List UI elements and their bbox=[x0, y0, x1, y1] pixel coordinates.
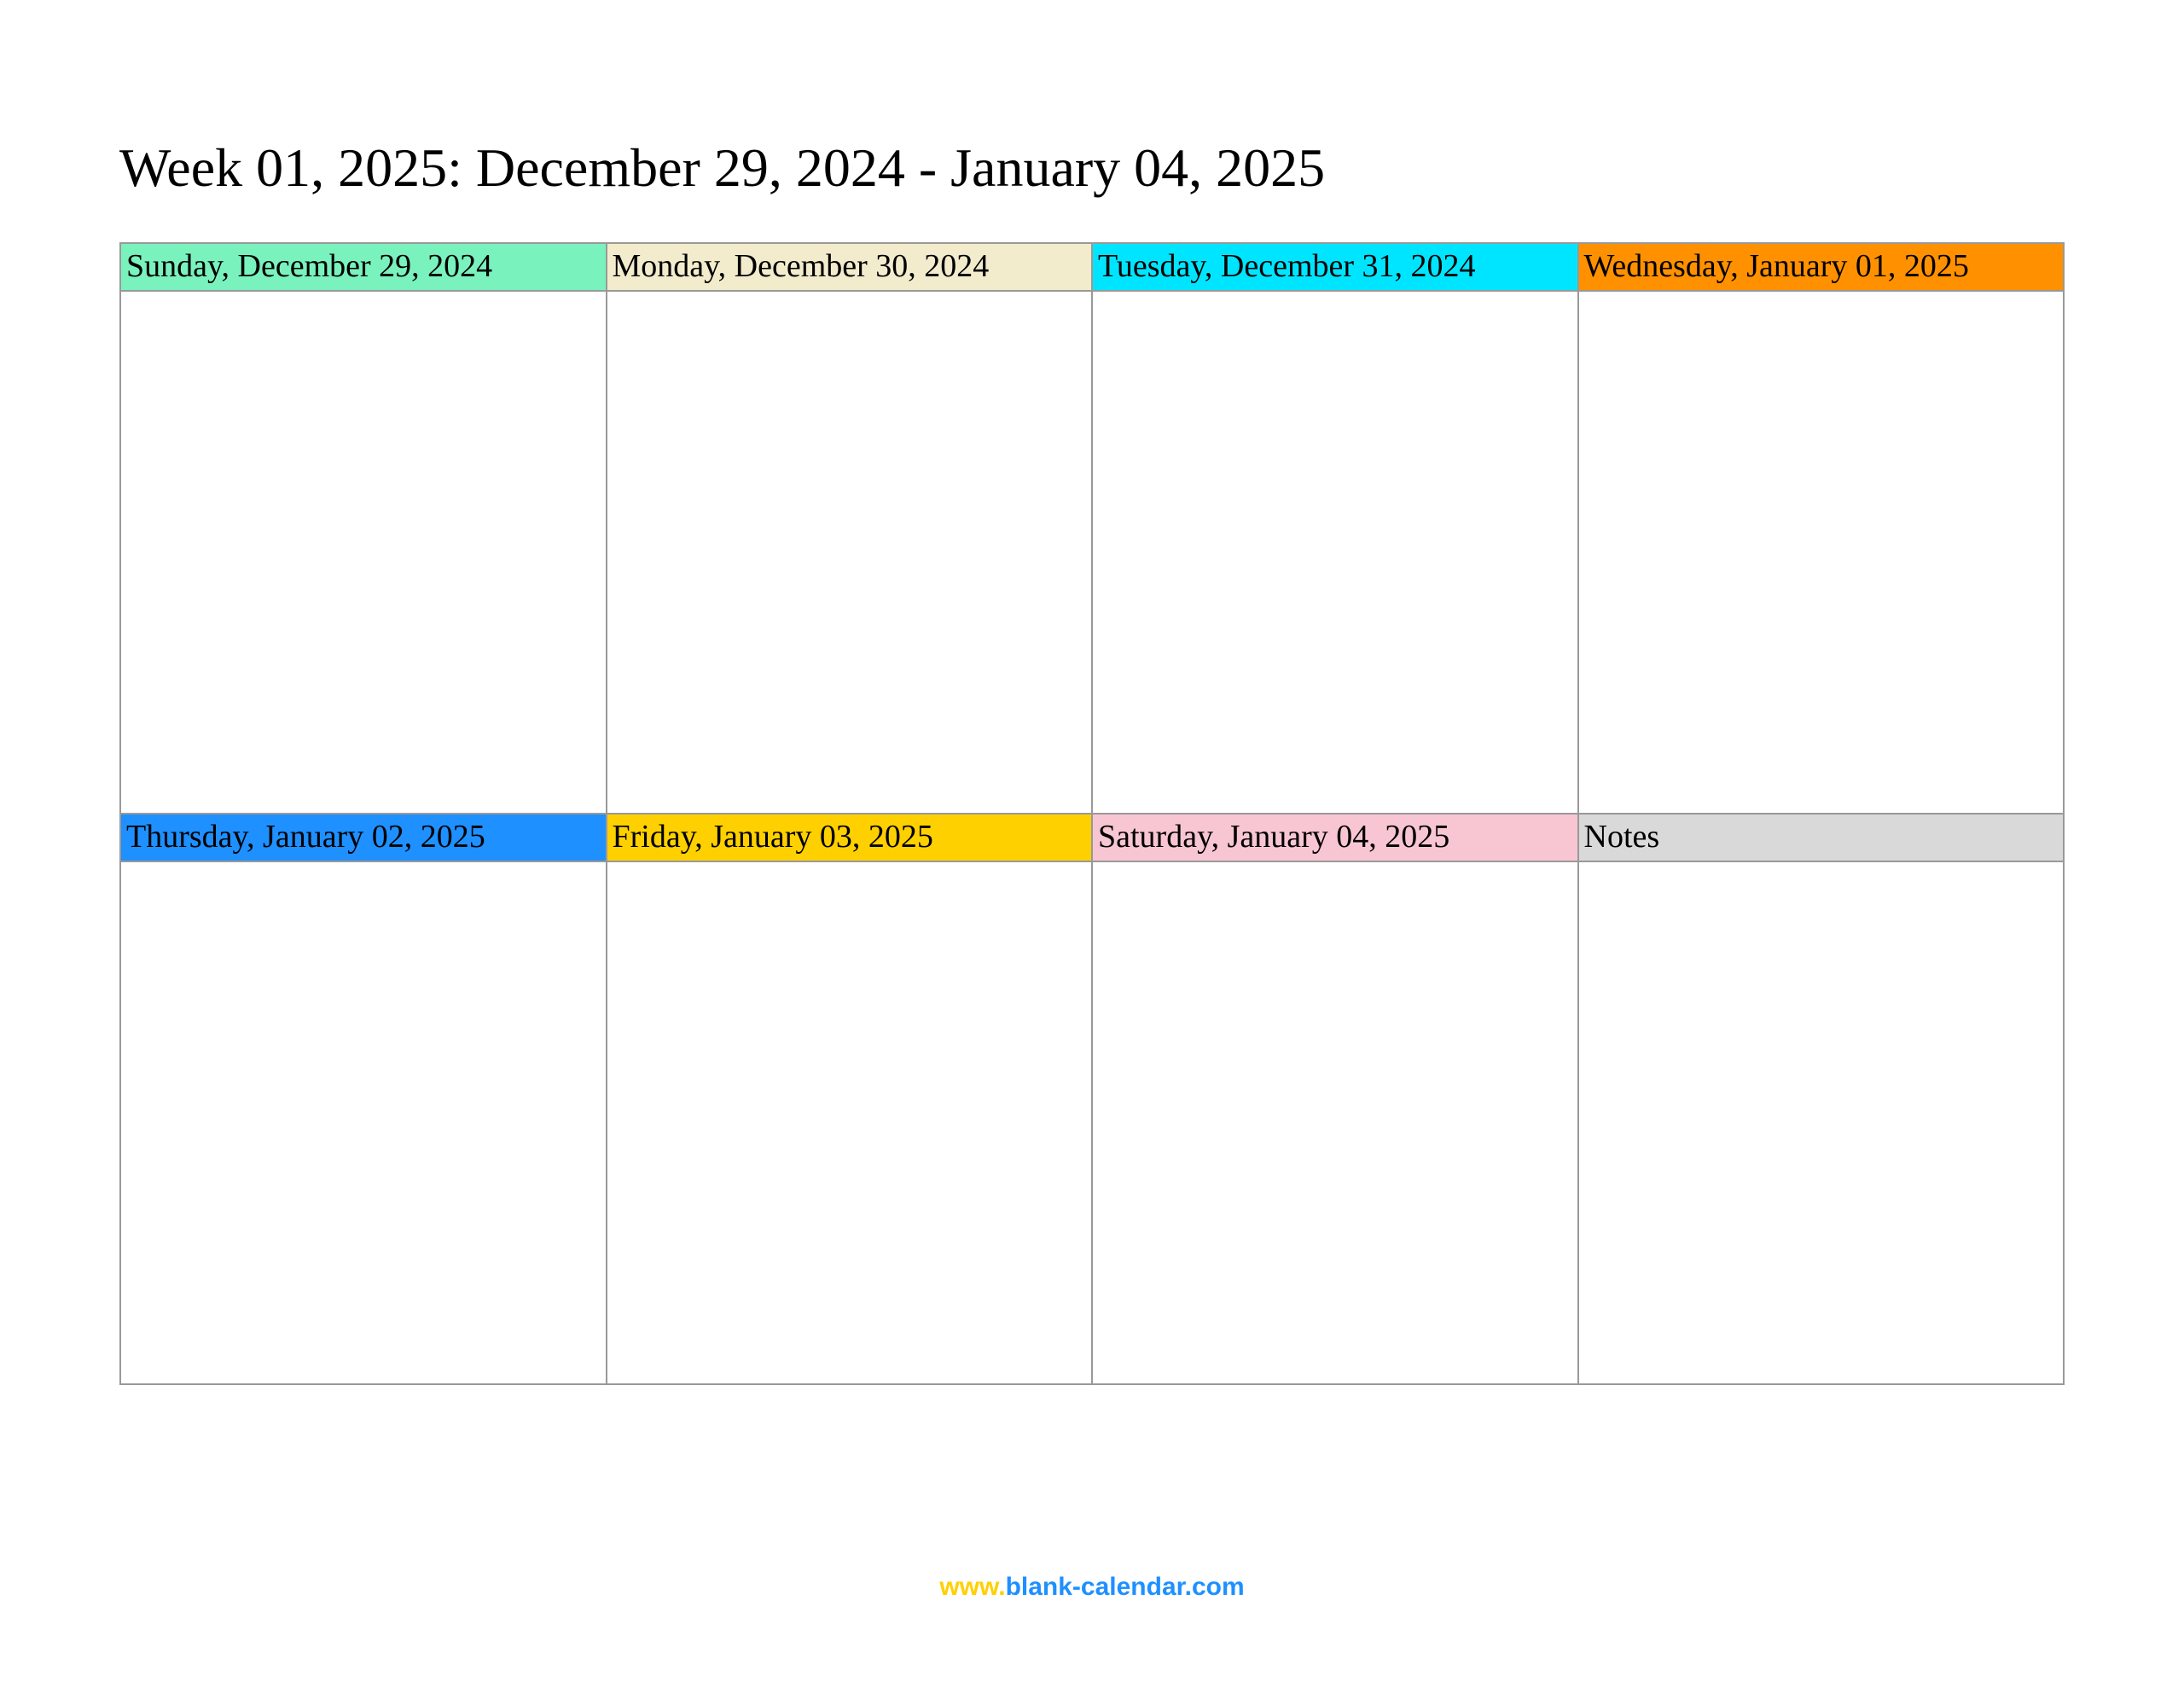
footer-link[interactable]: www.blank-calendar.com bbox=[0, 1573, 2184, 1602]
day-header-saturday: Saturday, January 04, 2025 bbox=[1093, 815, 1579, 862]
footer-link-prefix: www. bbox=[939, 1573, 1005, 1601]
day-cell-saturday[interactable] bbox=[1093, 862, 1579, 1385]
day-header-friday: Friday, January 03, 2025 bbox=[607, 815, 1094, 862]
day-cell-sunday[interactable] bbox=[121, 292, 607, 815]
footer-link-domain: blank-calendar.com bbox=[1006, 1573, 1245, 1601]
day-cell-wednesday[interactable] bbox=[1579, 292, 2065, 815]
day-cell-tuesday[interactable] bbox=[1093, 292, 1579, 815]
weekly-calendar-grid: Sunday, December 29, 2024 Monday, Decemb… bbox=[119, 242, 2065, 1385]
day-cell-thursday[interactable] bbox=[121, 862, 607, 1385]
day-header-tuesday: Tuesday, December 31, 2024 bbox=[1093, 244, 1579, 292]
day-cell-friday[interactable] bbox=[607, 862, 1094, 1385]
notes-header: Notes bbox=[1579, 815, 2065, 862]
day-header-sunday: Sunday, December 29, 2024 bbox=[121, 244, 607, 292]
day-header-thursday: Thursday, January 02, 2025 bbox=[121, 815, 607, 862]
notes-cell[interactable] bbox=[1579, 862, 2065, 1385]
page-title: Week 01, 2025: December 29, 2024 - Janua… bbox=[119, 136, 2065, 200]
day-header-monday: Monday, December 30, 2024 bbox=[607, 244, 1094, 292]
day-header-wednesday: Wednesday, January 01, 2025 bbox=[1579, 244, 2065, 292]
day-cell-monday[interactable] bbox=[607, 292, 1094, 815]
